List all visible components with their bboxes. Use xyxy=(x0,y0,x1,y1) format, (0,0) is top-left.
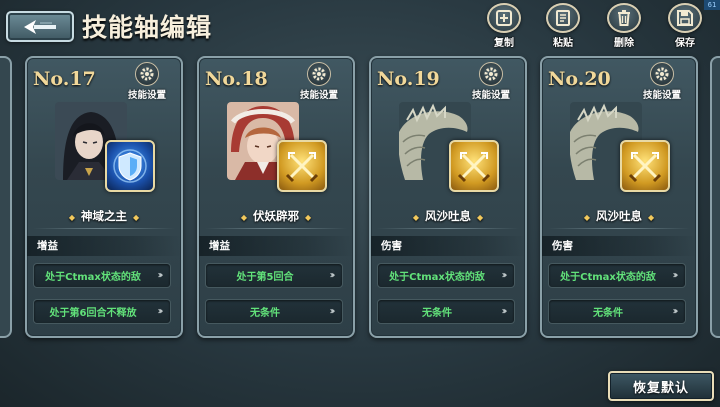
crossed-swords-skill-icon xyxy=(449,140,499,192)
triple-chevron-icon: ››› xyxy=(329,306,336,317)
triple-chevron-icon: ››› xyxy=(501,270,508,281)
divider xyxy=(548,228,690,229)
save-icon xyxy=(668,3,702,33)
crossed-swords-skill-icon xyxy=(277,140,327,192)
divider xyxy=(205,228,347,229)
condition-1[interactable]: 处于Ctmax状态的敌 ››› xyxy=(377,263,515,288)
condition-text: 无条件 xyxy=(422,308,452,319)
back-button[interactable] xyxy=(6,11,74,42)
skill-type-label: 伤害 xyxy=(371,236,525,256)
divider xyxy=(33,228,175,229)
skill-settings-label: 技能设置 xyxy=(642,90,681,101)
blue-shield-skill-icon xyxy=(105,140,155,192)
triple-chevron-icon: ››› xyxy=(329,270,336,281)
condition-2[interactable]: 无条件 ››› xyxy=(205,299,343,324)
triple-chevron-icon: ››› xyxy=(157,270,164,281)
card-number: No.18 xyxy=(205,68,268,90)
page-title: 技能轴编辑 xyxy=(82,13,213,42)
skill-settings-button[interactable]: 技能设置 xyxy=(123,62,171,101)
skill-name: ◆ 伏妖辟邪 ◆ xyxy=(240,209,312,223)
paste-button[interactable]: 粘贴 xyxy=(540,3,586,49)
save-button[interactable]: 保存 xyxy=(662,3,708,49)
skill-settings-label: 技能设置 xyxy=(471,90,510,101)
condition-text: 处于第6回合不释放 xyxy=(49,308,137,319)
paste-icon xyxy=(546,3,580,33)
gear-icon xyxy=(307,62,331,86)
skill-card-17[interactable]: No.17 技能设置 ◆ 神域之主 ◆ 增益 处于Ctmax状态的敌 ››› 处于第… xyxy=(25,56,183,338)
card-number: No.20 xyxy=(548,68,611,90)
condition-1[interactable]: 处于Ctmax状态的敌 ››› xyxy=(548,263,686,288)
skill-settings-label: 技能设置 xyxy=(299,90,338,101)
triple-chevron-icon: ››› xyxy=(672,270,679,281)
skill-type-label: 增益 xyxy=(199,236,353,256)
gear-icon xyxy=(135,62,159,86)
skill-settings-button[interactable]: 技能设置 xyxy=(467,62,515,101)
card-number: No.17 xyxy=(33,68,96,90)
skill-type-label: 伤害 xyxy=(542,236,696,256)
gear-icon xyxy=(479,62,503,86)
delete-label: 删除 xyxy=(614,38,634,49)
skill-type-label: 增益 xyxy=(27,236,181,256)
skill-name: ◆ 风沙吐息 ◆ xyxy=(583,209,655,223)
skill-card-20[interactable]: No.20 技能设置 ◆ 风沙吐息 ◆ 伤害 处于Ctmax状态的敌 ››› 无条件… xyxy=(540,56,698,338)
gear-icon xyxy=(650,62,674,86)
divider xyxy=(377,228,519,229)
condition-text: 处于Ctmax状态的敌 xyxy=(560,272,656,283)
condition-text: 处于Ctmax状态的敌 xyxy=(45,272,141,283)
skill-settings-button[interactable]: 技能设置 xyxy=(638,62,686,101)
triple-chevron-icon: ››› xyxy=(157,306,164,317)
copy-icon xyxy=(487,3,521,33)
condition-2[interactable]: 处于第6回合不释放 ››› xyxy=(33,299,171,324)
paste-label: 粘贴 xyxy=(553,38,573,49)
back-arrow-icon xyxy=(24,19,56,34)
condition-text: 处于Ctmax状态的敌 xyxy=(389,272,485,283)
skill-settings-label: 技能设置 xyxy=(127,90,166,101)
condition-2[interactable]: 无条件 ››› xyxy=(377,299,515,324)
crossed-swords-skill-icon xyxy=(620,140,670,192)
skill-card-partial-right[interactable] xyxy=(710,56,720,338)
condition-2[interactable]: 无条件 ››› xyxy=(548,299,686,324)
delete-button[interactable]: 删除 xyxy=(601,3,647,49)
skill-card-18[interactable]: No.18 技能设置 ◆ 伏妖辟邪 ◆ 增益 处于第5回合 ››› 无条件 ››… xyxy=(197,56,355,338)
condition-1[interactable]: 处于第5回合 ››› xyxy=(205,263,343,288)
card-number: No.19 xyxy=(377,68,440,90)
condition-text: 无条件 xyxy=(593,308,623,319)
condition-text: 处于第5回合 xyxy=(236,272,294,283)
copy-button[interactable]: 复制 xyxy=(481,3,527,49)
triple-chevron-icon: ››› xyxy=(672,306,679,317)
skill-card-19[interactable]: No.19 技能设置 ◆ 风沙吐息 ◆ 伤害 处于Ctmax状态的敌 ››› 无条件… xyxy=(369,56,527,338)
trash-icon xyxy=(607,3,641,33)
skill-card-partial-left[interactable] xyxy=(0,56,12,338)
skill-name: ◆ 风沙吐息 ◆ xyxy=(412,209,484,223)
restore-default-button[interactable]: 恢复默认 xyxy=(608,371,714,401)
condition-text: 无条件 xyxy=(250,308,280,319)
triple-chevron-icon: ››› xyxy=(501,306,508,317)
condition-1[interactable]: 处于Ctmax状态的敌 ››› xyxy=(33,263,171,288)
save-label: 保存 xyxy=(675,38,695,49)
skill-settings-button[interactable]: 技能设置 xyxy=(295,62,343,101)
copy-label: 复制 xyxy=(494,38,514,49)
skill-name: ◆ 神域之主 ◆ xyxy=(68,209,140,223)
